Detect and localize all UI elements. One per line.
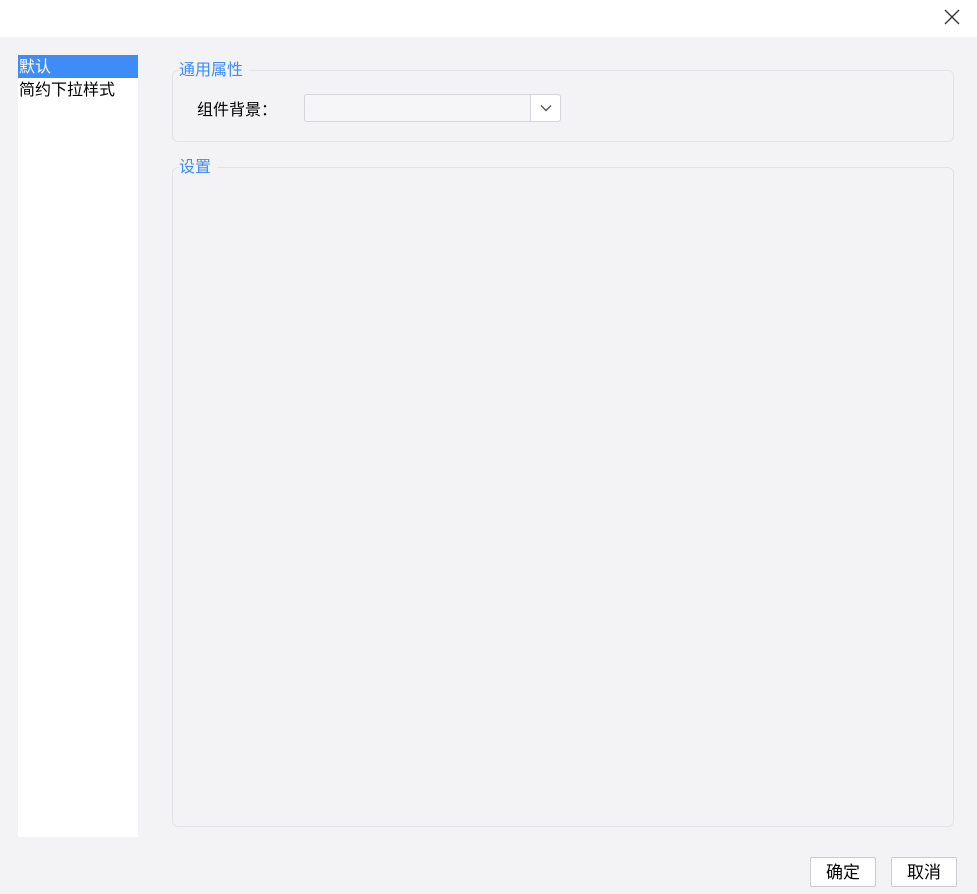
cancel-button[interactable]: 取消 [891, 857, 957, 887]
dropdown-toggle[interactable] [530, 95, 560, 121]
style-item-simple-dropdown[interactable]: 简约下拉样式 [18, 78, 138, 101]
style-list: 默认 简约下拉样式 [18, 55, 138, 837]
settings-group: 设置 [172, 156, 954, 827]
close-button[interactable] [941, 6, 963, 28]
ok-button[interactable]: 确定 [810, 857, 876, 887]
general-properties-group: 通用属性 组件背景： [172, 59, 954, 142]
chevron-down-icon [540, 105, 551, 112]
component-background-select[interactable] [304, 94, 561, 122]
style-item-default[interactable]: 默认 [18, 55, 138, 78]
dialog-titlebar [0, 0, 977, 37]
general-properties-title: 通用属性 [179, 59, 250, 81]
settings-title: 设置 [179, 156, 218, 178]
close-icon[interactable] [944, 9, 960, 25]
component-background-label: 组件背景： [197, 100, 278, 119]
